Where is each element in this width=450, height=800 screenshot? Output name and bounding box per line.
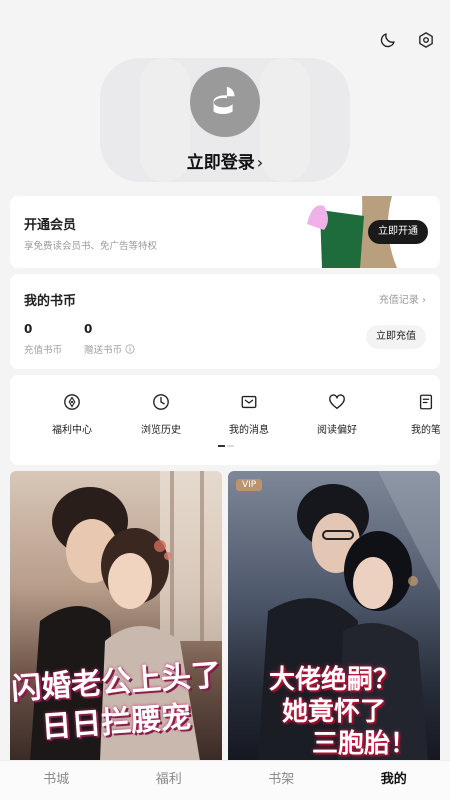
tab-bookshelf[interactable]: 书架 bbox=[225, 761, 338, 800]
bottom-tab-bar: 书城 福利 书架 我的 bbox=[0, 760, 450, 800]
wallet-title: 我的书币 bbox=[24, 294, 77, 309]
recharge-records-link[interactable]: 充值记录 › bbox=[379, 291, 426, 306]
recharge-coins-label: 充值书币 bbox=[24, 345, 63, 356]
menu-item-label: 福利中心 bbox=[52, 425, 92, 436]
tab-welfare[interactable]: 福利 bbox=[113, 761, 226, 800]
tab-mine[interactable]: 我的 bbox=[338, 761, 450, 800]
menu-item-welfare[interactable]: 福利中心 bbox=[32, 391, 112, 436]
vip-badge: VIP bbox=[236, 479, 263, 491]
login-label: 立即登录 bbox=[186, 153, 255, 173]
feature-menu: 福利中心 浏览历史 我的消息 阅读偏好 我的笔 bbox=[10, 375, 440, 465]
book-title-line3: 三胞胎！ bbox=[311, 729, 416, 759]
moon-icon[interactable] bbox=[378, 30, 398, 50]
compass-icon bbox=[32, 391, 112, 413]
recharge-coins-value: 0 bbox=[24, 322, 33, 336]
login-button[interactable]: 立即登录 › bbox=[0, 148, 450, 173]
settings-icon[interactable] bbox=[416, 30, 436, 50]
page-indicator bbox=[218, 445, 234, 447]
profile-header: 立即登录 › bbox=[0, 50, 450, 190]
recharge-button[interactable]: 立即充值 bbox=[366, 325, 426, 349]
vip-subtitle: 享免费读会员书、免广告等特权 bbox=[24, 241, 158, 252]
open-vip-button[interactable]: 立即开通 bbox=[368, 220, 428, 244]
menu-item-preferences[interactable]: 阅读偏好 bbox=[297, 391, 377, 436]
tab-bookstore[interactable]: 书城 bbox=[0, 761, 113, 800]
default-avatar-icon bbox=[213, 86, 235, 115]
menu-item-history[interactable]: 浏览历史 bbox=[121, 391, 201, 436]
vip-card[interactable]: 开通会员 享免费读会员书、免广告等特权 立即开通 bbox=[10, 196, 440, 268]
menu-item-label: 我的笔 bbox=[411, 425, 440, 436]
menu-item-label: 阅读偏好 bbox=[317, 425, 357, 436]
notebook-icon bbox=[386, 391, 440, 413]
avatar[interactable] bbox=[190, 67, 260, 137]
menu-item-messages[interactable]: 我的消息 bbox=[209, 391, 289, 436]
clock-icon bbox=[121, 391, 201, 413]
vip-title: 开通会员 bbox=[24, 218, 77, 233]
info-icon[interactable] bbox=[125, 344, 135, 354]
menu-item-notes[interactable]: 我的笔 bbox=[386, 391, 440, 436]
book-card[interactable]: VIP 大佬绝嗣？ 她竟怀了 三胞胎！ bbox=[228, 471, 440, 761]
menu-item-label: 浏览历史 bbox=[141, 425, 181, 436]
top-icons bbox=[378, 30, 436, 50]
book-card[interactable]: 闪婚老公上头了 日日拦腰宠 bbox=[10, 471, 222, 761]
mail-icon bbox=[209, 391, 289, 413]
chevron-right-icon: › bbox=[256, 153, 264, 172]
menu-item-label: 我的消息 bbox=[229, 425, 269, 436]
wallet-card: 我的书币 充值记录 › 0 充值书币 0 赠送书币 立即充值 bbox=[10, 274, 440, 369]
heart-icon bbox=[297, 391, 377, 413]
gift-coins-value: 0 bbox=[84, 322, 93, 336]
gift-coins-label: 赠送书币 bbox=[84, 342, 135, 356]
